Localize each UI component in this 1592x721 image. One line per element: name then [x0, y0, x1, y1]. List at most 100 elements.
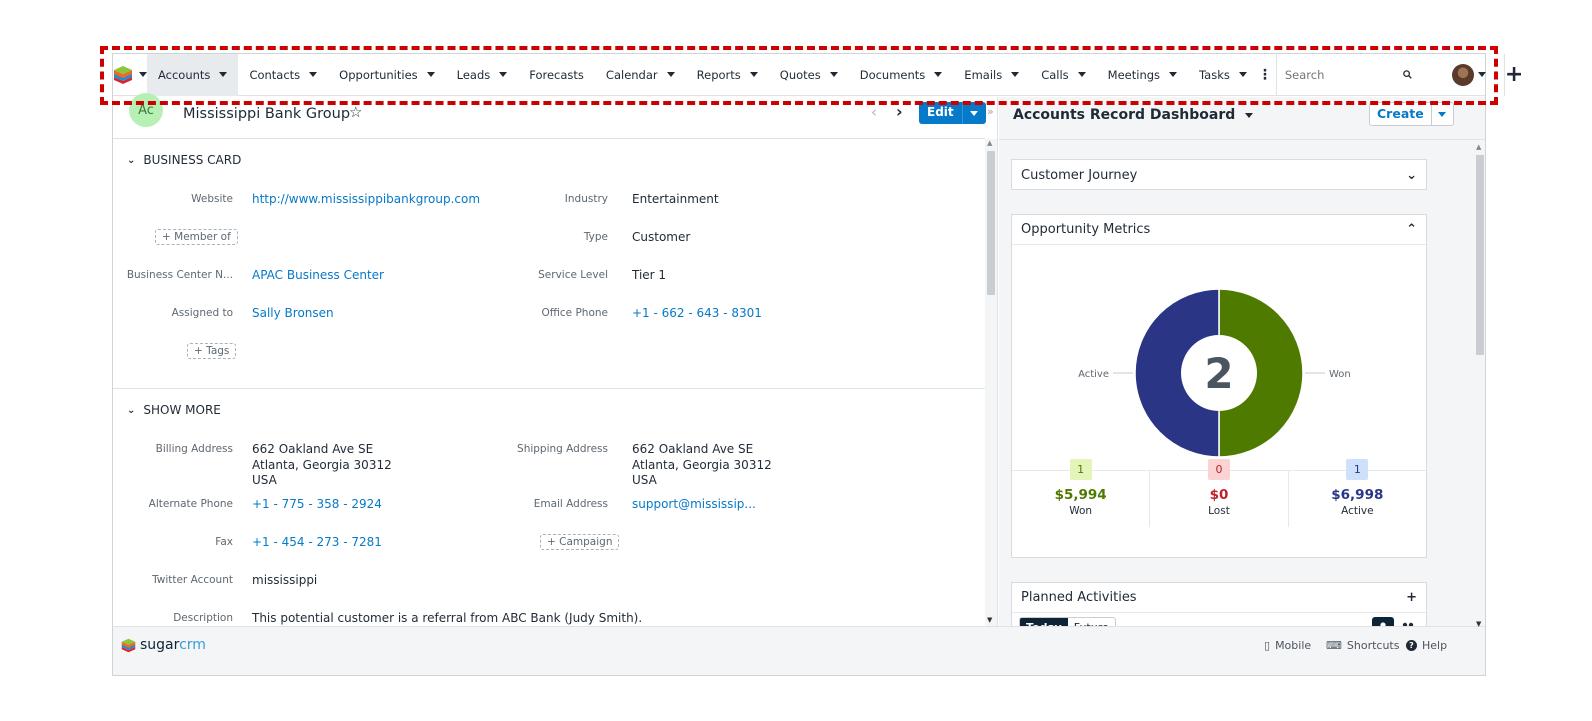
fax-label: Fax	[215, 536, 233, 548]
scrollbar-thumb[interactable]	[1476, 155, 1484, 355]
collapse-dashboard-icon[interactable]: »	[987, 105, 994, 118]
chevron-down-icon[interactable]	[1238, 72, 1247, 77]
nav-tab-tasks[interactable]: Tasks	[1188, 54, 1258, 96]
nav-tab-label: Accounts	[158, 67, 211, 82]
mobile-icon: ▯	[1264, 639, 1271, 652]
chevron-down-icon[interactable]	[219, 72, 228, 77]
scroll-down-icon[interactable]: ▼	[1476, 620, 1481, 628]
add-member-of-button[interactable]: + Member of	[155, 229, 238, 245]
nav-tab-label: Reports	[696, 67, 741, 82]
dashlet-header[interactable]: Planned Activities +	[1012, 583, 1426, 613]
nav-tab-documents[interactable]: Documents	[849, 54, 954, 96]
type-value[interactable]: Customer	[632, 230, 690, 246]
tab-today[interactable]: Today	[1020, 618, 1068, 626]
fax-link[interactable]: +1 - 454 - 273 - 7281	[252, 535, 382, 551]
chevron-down-icon[interactable]	[1077, 72, 1086, 77]
chevron-down-icon: ⌄	[127, 404, 136, 416]
billing-address-value[interactable]: 662 Oakland Ave SE Atlanta, Georgia 3031…	[252, 442, 392, 489]
nav-tab-reports[interactable]: Reports	[686, 54, 769, 96]
previous-record-icon[interactable]: ‹	[871, 103, 877, 121]
twitter-account-value[interactable]: mississippi	[252, 573, 317, 589]
chevron-down-icon[interactable]	[1011, 72, 1020, 77]
user-menu[interactable]	[1451, 63, 1486, 86]
favorite-star-icon[interactable]: ☆	[349, 103, 362, 121]
help-link[interactable]: ? Help	[1406, 639, 1447, 652]
edit-button[interactable]: Edit	[919, 102, 962, 124]
alternate-phone-link[interactable]: +1 - 775 - 358 - 2924	[252, 497, 382, 513]
scroll-down-icon[interactable]: ▼	[987, 616, 992, 624]
create-dropdown[interactable]	[1430, 103, 1453, 125]
scrollbar-thumb[interactable]	[987, 151, 995, 295]
chevron-down-icon[interactable]	[749, 72, 758, 77]
website-link[interactable]: http://www.mississippibankgroup.com	[252, 192, 480, 208]
my-items-button[interactable]	[1372, 617, 1394, 626]
add-campaign-button[interactable]: + Campaign	[540, 534, 620, 550]
nav-tab-label: Forecasts	[529, 67, 584, 82]
scroll-up-icon[interactable]: ▲	[1476, 143, 1481, 151]
next-record-icon[interactable]: ›	[896, 102, 903, 121]
assigned-user-link[interactable]: Sally Bronsen	[252, 306, 334, 322]
show-more-toggle[interactable]: ⌄ SHOW MORE	[127, 403, 221, 417]
service-level-value[interactable]: Tier 1	[632, 268, 666, 284]
edit-actions-dropdown[interactable]	[961, 102, 986, 124]
email-address-link[interactable]: support@mississip...	[632, 497, 756, 513]
quick-create-button[interactable]: +	[1503, 53, 1523, 96]
nav-tab-quotes[interactable]: Quotes	[769, 54, 849, 96]
industry-value[interactable]: Entertainment	[632, 192, 719, 208]
sugar-cube-icon	[114, 65, 132, 84]
nav-tab-opportunities[interactable]: Opportunities	[328, 54, 445, 96]
global-search[interactable]	[1275, 53, 1420, 96]
dashboard-scrollbar[interactable]: ▲ ▼	[1474, 143, 1486, 630]
record-panel: ⌄ BUSINESS CARD Website http://www.missi…	[113, 139, 985, 626]
nav-tab-contacts[interactable]: Contacts	[238, 54, 328, 96]
search-input[interactable]	[1284, 67, 1395, 82]
chevron-down-icon[interactable]	[934, 72, 943, 77]
add-activity-icon[interactable]: +	[1406, 590, 1417, 605]
metric-lost: 0 $0 Lost	[1150, 459, 1289, 527]
panel-divider	[997, 97, 998, 626]
sugar-logo-menu[interactable]	[113, 54, 147, 96]
chevron-down-icon[interactable]	[499, 72, 508, 77]
dashlet-header[interactable]: Customer Journey ⌄	[1012, 160, 1426, 190]
sugar-cube-icon	[121, 638, 136, 652]
dashboard-selector[interactable]: Accounts Record Dashboard	[1013, 107, 1254, 123]
nav-tab-label: Documents	[859, 67, 926, 82]
mobile-link[interactable]: ▯ Mobile	[1264, 639, 1311, 652]
slice-label: Won	[1329, 369, 1351, 380]
business-card-toggle[interactable]: ⌄ BUSINESS CARD	[127, 153, 241, 167]
scroll-up-icon[interactable]: ▲	[987, 139, 992, 147]
chevron-down-icon[interactable]	[426, 72, 435, 77]
add-tags-button[interactable]: + Tags	[187, 343, 237, 359]
tab-future[interactable]: Future	[1068, 618, 1115, 626]
nav-tab-calendar[interactable]: Calendar	[595, 54, 686, 96]
nav-tab-leads[interactable]: Leads	[446, 54, 519, 96]
chevron-down-icon[interactable]	[309, 72, 318, 77]
nav-tab-forecasts[interactable]: Forecasts	[518, 54, 595, 96]
dashlet-header[interactable]: Opportunity Metrics ⌃	[1012, 215, 1426, 245]
nav-tab-emails[interactable]: Emails	[953, 54, 1030, 96]
description-value[interactable]: This potential customer is a referral fr…	[252, 611, 642, 626]
chevron-down-icon[interactable]: ⌄	[1406, 168, 1417, 183]
shortcuts-link[interactable]: ⌨ Shortcuts	[1326, 639, 1399, 652]
nav-tab-meetings[interactable]: Meetings	[1097, 54, 1188, 96]
search-icon[interactable]	[1403, 68, 1412, 81]
business-center-link[interactable]: APAC Business Center	[252, 268, 384, 284]
nav-tab-calls[interactable]: Calls	[1030, 54, 1096, 96]
chevron-up-icon[interactable]: ⌃	[1406, 222, 1417, 237]
record-scrollbar[interactable]: ▲ ▼	[985, 139, 997, 626]
chevron-down-icon[interactable]	[829, 72, 838, 77]
nav-tab-label: Calls	[1041, 67, 1069, 82]
section-title: SHOW MORE	[143, 403, 221, 417]
chevron-down-icon[interactable]	[1169, 72, 1178, 77]
nav-tab-accounts[interactable]: Accounts	[147, 53, 239, 96]
metric-count-badge: 0	[1207, 459, 1230, 480]
create-button[interactable]: Create	[1370, 103, 1431, 125]
more-modules-icon[interactable]: ⋮	[1258, 54, 1272, 96]
shipping-address-value[interactable]: 662 Oakland Ave SE Atlanta, Georgia 3031…	[632, 442, 772, 489]
edit-button-group: Edit	[919, 102, 986, 124]
chevron-down-icon[interactable]	[666, 72, 675, 77]
office-phone-link[interactable]: +1 - 662 - 643 - 8301	[632, 306, 762, 322]
assigned-to-label: Assigned to	[171, 307, 233, 319]
record-title: Mississippi Bank Group	[183, 106, 351, 122]
team-items-button[interactable]	[1397, 617, 1419, 626]
